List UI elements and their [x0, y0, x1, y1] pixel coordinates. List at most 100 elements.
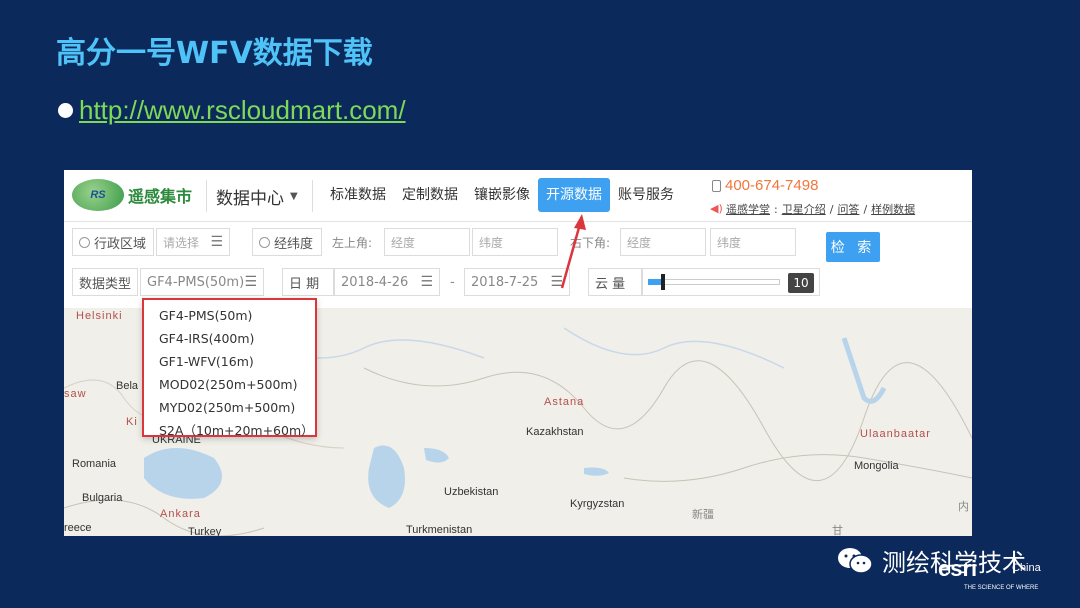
map-label: Romania — [72, 458, 117, 470]
arrow-shaft — [560, 223, 582, 289]
black-sea — [144, 448, 222, 499]
phone-contact: 400-674-7498 — [712, 177, 818, 194]
map-label: Kazakhstan — [526, 426, 584, 438]
lat-placeholder: 纬度 — [479, 235, 504, 250]
upper-left-lon-input[interactable]: 经度 — [384, 228, 470, 256]
header-divider — [206, 180, 207, 212]
arrow-head — [574, 214, 586, 230]
speaker-icon: ◀) — [710, 202, 723, 215]
lower-right-lat-input[interactable]: 纬度 — [710, 228, 796, 256]
admin-region-placeholder: 请选择 — [163, 235, 200, 250]
map-label: Ankara — [160, 508, 201, 520]
lon-placeholder: 经度 — [627, 235, 652, 250]
map-label: 内 — [958, 501, 969, 513]
admin-region-select[interactable]: 请选择 ☰ — [156, 228, 230, 256]
date-to-value: 2018-7-25 — [471, 274, 539, 290]
caspian-sea — [368, 445, 405, 508]
link-sample-data[interactable]: 样例数据 — [871, 201, 915, 217]
lower-right-lon-input[interactable]: 经度 — [620, 228, 706, 256]
map-label: 新疆 — [692, 509, 714, 521]
phone-icon — [712, 179, 721, 192]
nav-standard-data[interactable]: 标准数据 — [322, 178, 394, 212]
map-label: 甘 — [832, 525, 843, 536]
data-type-select[interactable]: GF4-PMS(50m) ☰ — [140, 268, 264, 296]
map-label: Bela — [116, 380, 139, 392]
link-satellite-intro[interactable]: 卫星介绍 — [782, 201, 826, 217]
map-label: reece — [64, 522, 92, 534]
main-nav: 标准数据 定制数据 镶嵌影像 开源数据 账号服务 — [322, 178, 682, 212]
admin-region-label: 行政区域 — [94, 236, 147, 252]
wechat-icon — [838, 547, 873, 574]
map-label: Ki — [126, 416, 138, 428]
map-label: Turkmenistan — [406, 524, 473, 536]
esri-logo: esri — [938, 556, 978, 581]
cloud-label-box: 云 量 — [588, 268, 642, 296]
slide-title: 高分一号WFV数据下载 — [56, 36, 373, 71]
lon-placeholder: 经度 — [391, 235, 416, 250]
chevron-down-icon: ▼ — [290, 191, 298, 202]
data-center-dropdown[interactable]: 数据中心 ▼ — [216, 184, 298, 209]
upper-left-lat-input[interactable]: 纬度 — [472, 228, 558, 256]
lat-placeholder: 纬度 — [717, 235, 742, 250]
date-from-input[interactable]: 2018-4-26 ☰ — [334, 268, 440, 296]
link-academy[interactable]: 遥感学堂 — [726, 201, 770, 217]
date-separator: - — [444, 268, 464, 296]
filter-row-location: 行政区域 请选择 ☰ 经纬度 左上角: 经度 纬度 右下角: 经度 纬度 检 索 — [64, 228, 972, 262]
border-line — [623, 454, 972, 482]
nav-open-data[interactable]: 开源数据 — [538, 178, 610, 212]
search-button[interactable]: 检 索 — [826, 232, 880, 262]
radio-icon — [259, 236, 270, 248]
data-type-label-box: 数据类型 — [72, 268, 138, 296]
baikal-lake — [841, 337, 887, 404]
site-logo[interactable]: RS 遥感集市 — [72, 177, 202, 213]
map-label: Turkey — [188, 526, 222, 536]
esri-tagline: THE SCIENCE OF WHERE — [964, 585, 1039, 591]
upper-left-label: 左上角: — [332, 235, 373, 250]
data-type-label: 数据类型 — [79, 276, 132, 292]
bullet-item: http://www.rscloudmart.com/ — [58, 95, 406, 126]
calendar-icon: ☰ — [420, 274, 433, 290]
esri-china-label: China — [1012, 562, 1041, 574]
header-divider — [312, 180, 313, 212]
map-label: saw — [64, 388, 87, 400]
map-label: Kyrgyzstan — [570, 498, 625, 510]
latlon-radio[interactable]: 经纬度 — [252, 228, 322, 256]
dropdown-option[interactable]: MYD02(250m+500m) — [144, 396, 315, 419]
latlon-label: 经纬度 — [274, 236, 314, 252]
website-screenshot: RS 遥感集市 数据中心 ▼ 标准数据 定制数据 镶嵌影像 开源数据 账号服务 … — [64, 170, 972, 536]
dropdown-option[interactable]: GF4-PMS(50m) — [144, 304, 315, 327]
logo-text: 遥感集市 — [128, 187, 193, 206]
radio-icon — [79, 236, 90, 248]
header-links: ◀) 遥感学堂 : 卫星介绍 / 问答 / 样例数据 — [710, 201, 916, 217]
cloud-slider-handle[interactable] — [661, 274, 665, 290]
map-label: Helsinki — [76, 310, 123, 322]
site-link[interactable]: http://www.rscloudmart.com/ — [79, 95, 406, 126]
cloud-slider-track[interactable] — [648, 279, 780, 285]
dropdown-option[interactable]: S2A（10m+20m+60m） — [144, 419, 315, 442]
cloud-label: 云 量 — [595, 276, 626, 292]
admin-region-radio[interactable]: 行政区域 — [72, 228, 154, 256]
dropdown-option[interactable]: GF4-IRS(400m) — [144, 327, 315, 350]
map-label: Astana — [544, 396, 585, 408]
logo-globe-icon: RS — [72, 179, 124, 211]
cloud-value: 10 — [788, 273, 814, 293]
map-label: Uzbekistan — [444, 486, 499, 498]
menu-icon: ☰ — [210, 234, 223, 250]
data-type-value: GF4-PMS(50m) — [147, 274, 245, 290]
menu-icon: ☰ — [244, 274, 257, 290]
date-label: 日 期 — [289, 276, 320, 292]
link-qa[interactable]: 问答 — [837, 201, 859, 217]
wechat-watermark: 测绘科学技术 — [836, 543, 1026, 578]
dropdown-option[interactable]: GF1-WFV(16m) — [144, 350, 315, 373]
data-center-label: 数据中心 — [216, 189, 284, 209]
filter-row-type: 数据类型 GF4-PMS(50m) ☰ 日 期 2018-4-26 ☰ - 20… — [64, 268, 972, 302]
data-type-dropdown-menu: GF4-PMS(50m) GF4-IRS(400m) GF1-WFV(16m) … — [142, 298, 317, 438]
site-header: RS 遥感集市 数据中心 ▼ 标准数据 定制数据 镶嵌影像 开源数据 账号服务 … — [64, 170, 972, 222]
date-label-box: 日 期 — [282, 268, 334, 296]
nav-account-service[interactable]: 账号服务 — [610, 178, 682, 212]
phone-number: 400-674-7498 — [725, 177, 819, 194]
dropdown-option[interactable]: MOD02(250m+500m) — [144, 373, 315, 396]
cloud-slider-fill — [648, 279, 661, 285]
nav-custom-data[interactable]: 定制数据 — [394, 178, 466, 212]
nav-mosaic-imagery[interactable]: 镶嵌影像 — [466, 178, 538, 212]
